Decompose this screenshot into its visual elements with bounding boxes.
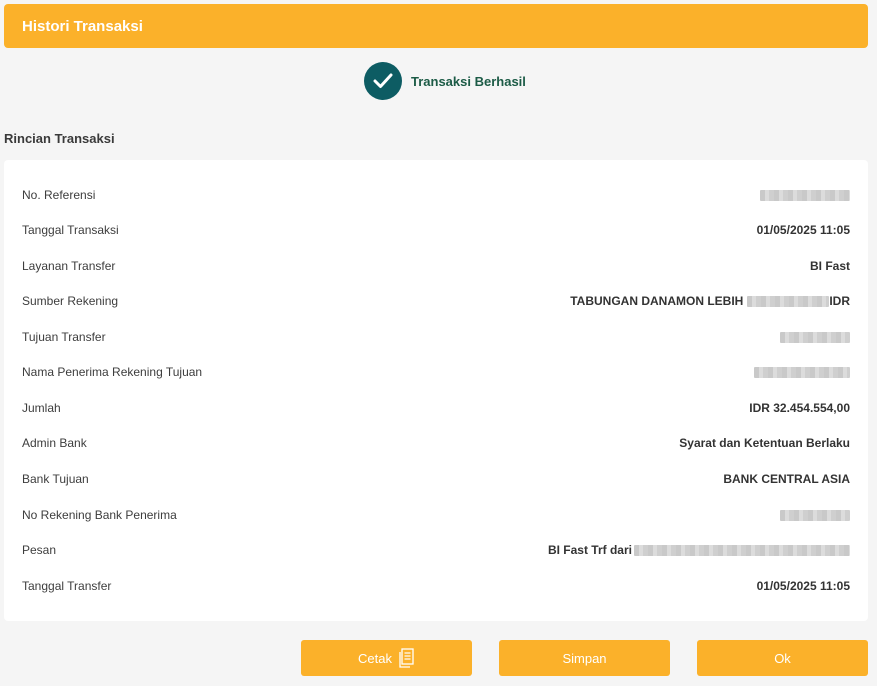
detail-value <box>780 509 850 521</box>
detail-label: No Rekening Bank Penerima <box>22 508 177 522</box>
save-button[interactable]: Simpan <box>499 640 670 676</box>
detail-label: Tanggal Transfer <box>22 579 112 593</box>
masked-value <box>754 366 850 378</box>
transaction-details-card: No. Referensi Tanggal Transaksi 01/05/20… <box>4 160 868 621</box>
detail-label: Nama Penerima Rekening Tujuan <box>22 365 203 379</box>
detail-row-destination-bank: Bank Tujuan BANK CENTRAL ASIA <box>22 469 850 489</box>
masked-value <box>634 544 850 556</box>
detail-row-source-account: Sumber Rekening TABUNGAN DANAMON LEBIH I… <box>22 291 850 311</box>
detail-value: IDR 32.454.554,00 <box>749 401 850 415</box>
detail-label: Tujuan Transfer <box>22 330 106 344</box>
masked-value <box>780 509 850 521</box>
detail-row-reference: No. Referensi <box>22 185 850 205</box>
ok-button-label: Ok <box>774 650 791 666</box>
check-icon <box>364 62 402 100</box>
detail-row-transfer-date: Tanggal Transfer 01/05/2025 11:05 <box>22 576 850 596</box>
save-button-label: Simpan <box>562 650 607 666</box>
message-prefix: BI Fast Trf dari <box>547 543 632 557</box>
masked-value <box>780 331 850 343</box>
detail-label: Admin Bank <box>22 436 87 450</box>
detail-value: TABUNGAN DANAMON LEBIH IDR <box>570 294 850 308</box>
print-button[interactable]: Cetak <box>301 640 472 676</box>
print-button-label: Cetak <box>358 650 392 666</box>
detail-value: BI Fast Trf dari <box>548 543 850 557</box>
detail-row-recipient-account: No Rekening Bank Penerima <box>22 505 850 525</box>
detail-label: Tanggal Transaksi <box>22 223 119 237</box>
detail-row-admin-fee: Admin Bank Syarat dan Ketentuan Berlaku <box>22 433 850 453</box>
detail-row-transfer-service: Layanan Transfer BI Fast <box>22 256 850 276</box>
page-header: Histori Transaksi <box>4 4 868 48</box>
detail-row-amount: Jumlah IDR 32.454.554,00 <box>22 398 850 418</box>
detail-value: BI Fast <box>809 259 850 273</box>
ok-button[interactable]: Ok <box>697 640 868 676</box>
detail-value <box>780 331 850 343</box>
status-text: Transaksi Berhasil <box>411 73 526 89</box>
detail-value: 01/05/2025 11:05 <box>756 223 850 237</box>
source-account-name: TABUNGAN DANAMON LEBIH <box>570 294 744 308</box>
page-title: Histori Transaksi <box>22 17 143 35</box>
detail-value: Syarat dan Ketentuan Berlaku <box>679 436 850 450</box>
detail-row-recipient-name: Nama Penerima Rekening Tujuan <box>22 362 850 382</box>
detail-label: Jumlah <box>22 401 61 415</box>
detail-value: BANK CENTRAL ASIA <box>723 472 850 486</box>
transaction-status: Transaksi Berhasil <box>364 62 526 100</box>
masked-value <box>747 295 830 307</box>
detail-label: No. Referensi <box>22 188 96 202</box>
detail-label: Bank Tujuan <box>22 472 89 486</box>
detail-row-transaction-date: Tanggal Transaksi 01/05/2025 11:05 <box>22 220 850 240</box>
detail-label: Layanan Transfer <box>22 259 116 273</box>
source-account-currency: IDR <box>829 294 850 308</box>
detail-row-destination: Tujuan Transfer <box>22 327 850 347</box>
document-icon <box>398 648 415 668</box>
masked-value <box>760 189 850 201</box>
detail-value: 01/05/2025 11:05 <box>756 579 850 593</box>
detail-label: Sumber Rekening <box>22 294 119 308</box>
detail-label: Pesan <box>22 543 57 557</box>
section-title: Rincian Transaksi <box>4 131 115 146</box>
detail-row-message: Pesan BI Fast Trf dari <box>22 540 850 560</box>
detail-value <box>754 366 850 378</box>
detail-value <box>760 189 850 201</box>
